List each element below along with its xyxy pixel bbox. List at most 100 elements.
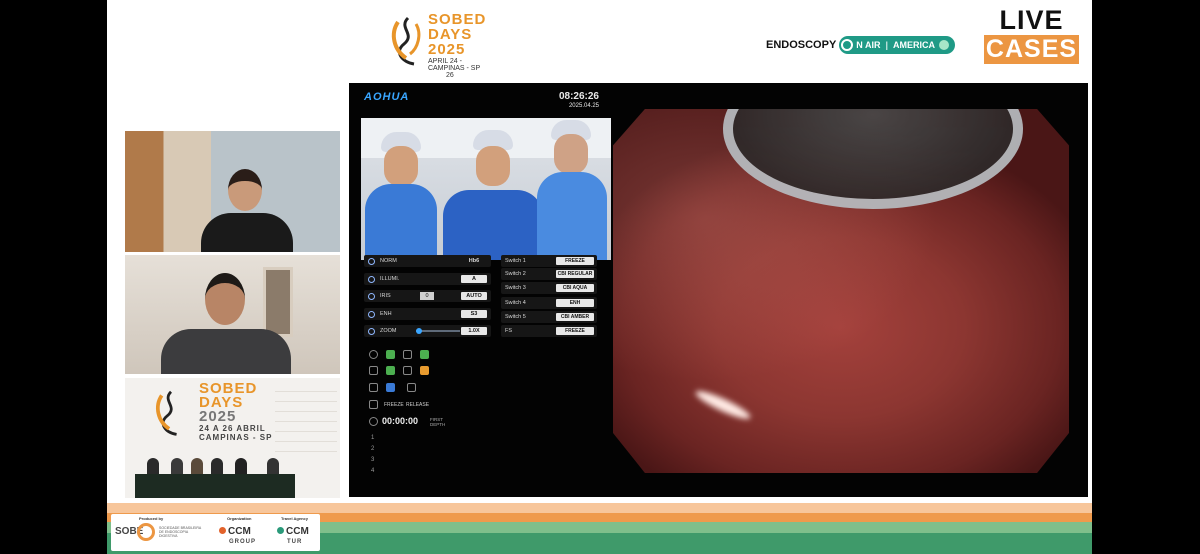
switch-value: FREEZE: [556, 327, 594, 335]
endoscopy-label: ENDOSCOPY: [766, 39, 837, 51]
channel-number: 2: [371, 446, 375, 452]
sponsors-banner: Produced by Organization Travel Agency S…: [111, 514, 320, 551]
ccm-dot-icon: [219, 527, 226, 534]
release-button[interactable]: RELEASE: [406, 402, 429, 408]
logo-city: CAMPINAS - SP: [428, 65, 481, 72]
switch-value: CBI AMBER: [556, 313, 594, 321]
live-cases-logo: LIVE CASES: [984, 6, 1079, 64]
channel-number: 1: [371, 435, 375, 441]
camera-icon[interactable]: [407, 383, 416, 392]
channel-number: 3: [371, 457, 375, 463]
switch-label: Switch 5: [505, 314, 526, 320]
switch-value: ENH: [556, 299, 594, 307]
enhance-icon: [368, 310, 375, 318]
control-zoom[interactable]: ZOOM 1.0X: [364, 325, 491, 337]
aohua-brand: AOHUA: [364, 91, 410, 103]
iris-icon: [368, 292, 375, 300]
control-value: 1.0X: [461, 327, 487, 335]
logo-line2: DAYS: [428, 26, 473, 43]
logo-line1: SOBED: [428, 11, 487, 28]
check-icon[interactable]: [386, 350, 395, 359]
switch-value: FREEZE: [556, 257, 594, 265]
travel-agency-label: Travel Agency: [281, 516, 308, 521]
control-label: NORM: [380, 258, 397, 264]
sponsor-wall: [275, 382, 337, 452]
sobed-logo-icon: [156, 390, 177, 436]
on-air-pill: N AIR | AMERICA: [839, 36, 955, 54]
control-label: IRIS: [380, 293, 391, 299]
switch-4[interactable]: Switch 4 ENH: [501, 297, 597, 309]
channel-number: 4: [371, 468, 375, 474]
panel-logo-dates: 24 A 26 ABRIL: [199, 424, 266, 433]
light-icon: [368, 275, 375, 283]
monitor-clock: 08:26:26 2025.04.25: [539, 91, 599, 109]
switch-5[interactable]: Switch 5 CBI AMBER: [501, 311, 597, 323]
warning-icon[interactable]: [420, 366, 429, 375]
control-label: ILLUMI.: [380, 276, 400, 282]
zoom-slider-knob[interactable]: [416, 328, 422, 334]
ccm-dot-icon: [277, 527, 284, 534]
produced-by-label: Produced by: [139, 516, 164, 521]
control-illumi[interactable]: ILLUMI. A: [364, 273, 491, 285]
letterbox-left: [0, 0, 107, 554]
stream-frame: SOBED DAYS 2025 APRIL 24 - CAMPINAS - SP…: [107, 0, 1092, 554]
iris-level: 0: [420, 292, 434, 300]
battery-icon: [403, 350, 412, 359]
zoom-icon: [368, 327, 375, 335]
switch-label: Switch 4: [505, 300, 526, 306]
expand-icon[interactable]: [369, 400, 378, 409]
info-icon[interactable]: [386, 383, 395, 392]
zoom-slider[interactable]: [416, 328, 460, 334]
panel-table: [135, 474, 295, 498]
control-enh[interactable]: ENH S3: [364, 308, 491, 320]
globe-icon: [939, 40, 949, 50]
check-icon[interactable]: [386, 366, 395, 375]
timer-icon: [369, 417, 378, 426]
monitor-time: 08:26:26: [558, 91, 599, 102]
switch-3[interactable]: Switch 3 CBI AQUA: [501, 282, 597, 294]
switch-label: Switch 2: [505, 271, 526, 277]
mode-icon: [368, 257, 375, 265]
switch-1[interactable]: Switch 1 FREEZE: [501, 255, 597, 267]
capture-icon: [369, 383, 378, 392]
control-label: ENH: [380, 311, 392, 317]
on-air-label: N AIR: [856, 40, 881, 50]
sobed-days-logo: SOBED DAYS 2025 APRIL 24 - CAMPINAS - SP…: [388, 11, 488, 79]
control-norm[interactable]: NORM Hb6: [364, 255, 491, 267]
endoscope-monitor: AOHUA 08:26:26 2025.04.25 NORM Hb6 ILLUM…: [349, 83, 1088, 497]
cases-label: CASES: [984, 35, 1079, 64]
status-icon: [369, 350, 378, 359]
switch-label: Switch 3: [505, 285, 526, 291]
check-icon[interactable]: [420, 350, 429, 359]
switch-value: CBI REGULAR: [556, 270, 594, 278]
control-value: Hb6: [468, 258, 480, 264]
record-icon: [369, 366, 378, 375]
participant-video-2[interactable]: [125, 255, 340, 374]
switch-value: CBI AQUA: [556, 284, 594, 292]
monitor-date: 2025.04.25: [568, 103, 599, 109]
participant-video-3[interactable]: SOBED DAYS 2025 24 A 26 ABRIL CAMPINAS -…: [125, 378, 340, 498]
participant-video-1[interactable]: [125, 131, 340, 252]
ccm-group-logo: CCM GROUP: [219, 527, 256, 547]
procedure-timer: 00:00:00: [382, 416, 419, 426]
sobed-description: SOCIEDADE BRASILEIRA DE ENDOSCOPIA DIGES…: [159, 526, 202, 538]
panel-logo-year: 2025: [199, 408, 237, 425]
america-label: AMERICA: [893, 40, 935, 50]
control-iris[interactable]: IRIS 0 AUTO: [364, 290, 491, 302]
switch-2[interactable]: Switch 2 CBI REGULAR: [501, 268, 597, 280]
wall-picture: [263, 267, 293, 337]
freeze-button[interactable]: FREEZE: [384, 402, 404, 408]
logo-dates: APRIL 24 -: [428, 58, 462, 65]
switch-fs[interactable]: FS FREEZE: [501, 325, 597, 337]
control-value: A: [461, 275, 487, 283]
control-label: ZOOM: [380, 328, 397, 334]
control-value: AUTO: [461, 292, 487, 300]
letterbox-right: [1092, 0, 1200, 554]
logo-day-end: 26: [446, 72, 454, 79]
operating-room-camera[interactable]: [361, 118, 611, 260]
sobed-ring-icon: [137, 523, 155, 541]
endoscopic-view[interactable]: [613, 109, 1069, 473]
sobed-logo-icon: [391, 16, 421, 66]
live-label: LIVE: [999, 5, 1064, 35]
ccm-tur-logo: CCM TUR: [277, 527, 309, 547]
